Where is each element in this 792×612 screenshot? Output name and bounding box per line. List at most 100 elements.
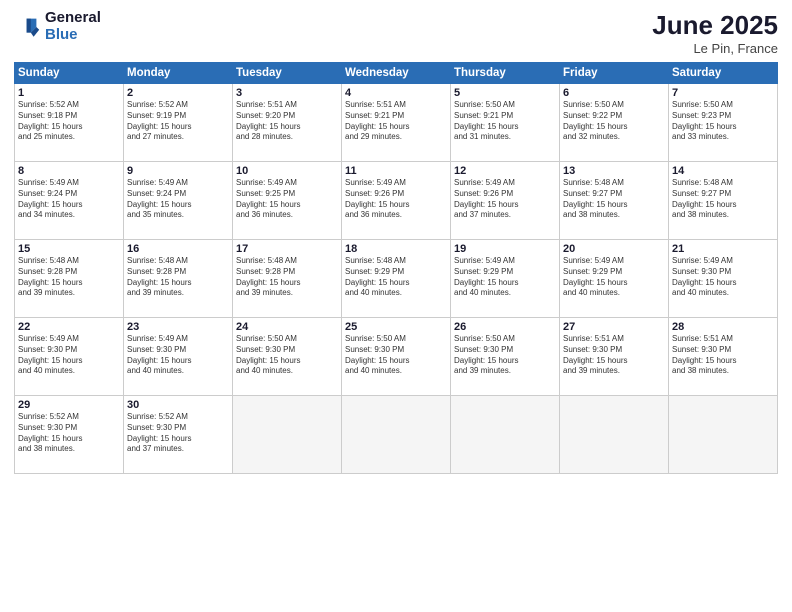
day-info: Sunrise: 5:49 AM Sunset: 9:26 PM Dayligh… xyxy=(345,178,447,221)
header: General Blue June 2025 Le Pin, France xyxy=(14,10,778,56)
day-number: 18 xyxy=(345,243,447,255)
table-row: 16Sunrise: 5:48 AM Sunset: 9:28 PM Dayli… xyxy=(124,240,233,318)
day-info: Sunrise: 5:48 AM Sunset: 9:28 PM Dayligh… xyxy=(127,256,229,299)
col-saturday: Saturday xyxy=(669,63,778,84)
day-info: Sunrise: 5:49 AM Sunset: 9:25 PM Dayligh… xyxy=(236,178,338,221)
day-number: 14 xyxy=(672,165,774,177)
table-row: 23Sunrise: 5:49 AM Sunset: 9:30 PM Dayli… xyxy=(124,318,233,396)
day-info: Sunrise: 5:52 AM Sunset: 9:30 PM Dayligh… xyxy=(127,412,229,455)
table-row: 20Sunrise: 5:49 AM Sunset: 9:29 PM Dayli… xyxy=(560,240,669,318)
day-info: Sunrise: 5:48 AM Sunset: 9:27 PM Dayligh… xyxy=(672,178,774,221)
table-row: 25Sunrise: 5:50 AM Sunset: 9:30 PM Dayli… xyxy=(342,318,451,396)
day-number: 21 xyxy=(672,243,774,255)
col-friday: Friday xyxy=(560,63,669,84)
table-row: 13Sunrise: 5:48 AM Sunset: 9:27 PM Dayli… xyxy=(560,162,669,240)
table-row: 8Sunrise: 5:49 AM Sunset: 9:24 PM Daylig… xyxy=(15,162,124,240)
day-number: 23 xyxy=(127,321,229,333)
table-row xyxy=(451,396,560,474)
title-block: June 2025 Le Pin, France xyxy=(652,10,778,56)
table-row: 3Sunrise: 5:51 AM Sunset: 9:20 PM Daylig… xyxy=(233,84,342,162)
day-info: Sunrise: 5:50 AM Sunset: 9:30 PM Dayligh… xyxy=(454,334,556,377)
day-number: 5 xyxy=(454,87,556,99)
day-number: 1 xyxy=(18,87,120,99)
table-row: 21Sunrise: 5:49 AM Sunset: 9:30 PM Dayli… xyxy=(669,240,778,318)
day-info: Sunrise: 5:50 AM Sunset: 9:23 PM Dayligh… xyxy=(672,100,774,143)
day-number: 19 xyxy=(454,243,556,255)
logo-general: General xyxy=(45,10,101,27)
day-info: Sunrise: 5:48 AM Sunset: 9:28 PM Dayligh… xyxy=(236,256,338,299)
day-info: Sunrise: 5:51 AM Sunset: 9:30 PM Dayligh… xyxy=(672,334,774,377)
day-info: Sunrise: 5:50 AM Sunset: 9:30 PM Dayligh… xyxy=(345,334,447,377)
day-info: Sunrise: 5:48 AM Sunset: 9:29 PM Dayligh… xyxy=(345,256,447,299)
day-number: 12 xyxy=(454,165,556,177)
table-row: 9Sunrise: 5:49 AM Sunset: 9:24 PM Daylig… xyxy=(124,162,233,240)
day-number: 27 xyxy=(563,321,665,333)
day-number: 2 xyxy=(127,87,229,99)
day-number: 4 xyxy=(345,87,447,99)
day-number: 16 xyxy=(127,243,229,255)
table-row: 27Sunrise: 5:51 AM Sunset: 9:30 PM Dayli… xyxy=(560,318,669,396)
header-row: Sunday Monday Tuesday Wednesday Thursday… xyxy=(15,63,778,84)
col-wednesday: Wednesday xyxy=(342,63,451,84)
day-info: Sunrise: 5:49 AM Sunset: 9:30 PM Dayligh… xyxy=(18,334,120,377)
table-row xyxy=(560,396,669,474)
day-info: Sunrise: 5:51 AM Sunset: 9:30 PM Dayligh… xyxy=(563,334,665,377)
day-info: Sunrise: 5:51 AM Sunset: 9:21 PM Dayligh… xyxy=(345,100,447,143)
day-info: Sunrise: 5:49 AM Sunset: 9:24 PM Dayligh… xyxy=(127,178,229,221)
table-row xyxy=(342,396,451,474)
day-info: Sunrise: 5:52 AM Sunset: 9:19 PM Dayligh… xyxy=(127,100,229,143)
calendar-row: 22Sunrise: 5:49 AM Sunset: 9:30 PM Dayli… xyxy=(15,318,778,396)
table-row: 1Sunrise: 5:52 AM Sunset: 9:18 PM Daylig… xyxy=(15,84,124,162)
calendar-row: 15 Sunrise: 5:48 AM Sunset: 9:28 PM Dayli… xyxy=(15,240,778,318)
table-row: 29Sunrise: 5:52 AM Sunset: 9:30 PM Dayli… xyxy=(15,396,124,474)
table-row: 26Sunrise: 5:50 AM Sunset: 9:30 PM Dayli… xyxy=(451,318,560,396)
day-info: Sunrise: 5:52 AM Sunset: 9:30 PM Dayligh… xyxy=(18,412,120,455)
day-info: Sunrise: 5:51 AM Sunset: 9:20 PM Dayligh… xyxy=(236,100,338,143)
day-info: Sunrise: 5:49 AM Sunset: 9:29 PM Dayligh… xyxy=(454,256,556,299)
logo-text: General Blue xyxy=(45,10,101,43)
day-number: 3 xyxy=(236,87,338,99)
col-tuesday: Tuesday xyxy=(233,63,342,84)
day-number: 8 xyxy=(18,165,120,177)
table-row: 6Sunrise: 5:50 AM Sunset: 9:22 PM Daylig… xyxy=(560,84,669,162)
day-info: Sunrise: 5:50 AM Sunset: 9:22 PM Dayligh… xyxy=(563,100,665,143)
day-number: 29 xyxy=(18,399,120,411)
day-number: 9 xyxy=(127,165,229,177)
table-row: 28Sunrise: 5:51 AM Sunset: 9:30 PM Dayli… xyxy=(669,318,778,396)
day-number: 26 xyxy=(454,321,556,333)
table-row: 4Sunrise: 5:51 AM Sunset: 9:21 PM Daylig… xyxy=(342,84,451,162)
day-number: 10 xyxy=(236,165,338,177)
calendar-row: 1Sunrise: 5:52 AM Sunset: 9:18 PM Daylig… xyxy=(15,84,778,162)
calendar-title: June 2025 xyxy=(652,10,778,41)
day-number: 15 xyxy=(18,243,120,255)
day-number: 11 xyxy=(345,165,447,177)
day-number: 17 xyxy=(236,243,338,255)
logo-icon xyxy=(14,13,42,41)
day-info: Sunrise: 5:52 AM Sunset: 9:18 PM Dayligh… xyxy=(18,100,120,143)
day-info: Sunrise: 5:50 AM Sunset: 9:30 PM Dayligh… xyxy=(236,334,338,377)
day-info: Sunrise: 5:48 AM Sunset: 9:27 PM Dayligh… xyxy=(563,178,665,221)
table-row: 18Sunrise: 5:48 AM Sunset: 9:29 PM Dayli… xyxy=(342,240,451,318)
logo-blue: Blue xyxy=(45,27,101,44)
day-number: 30 xyxy=(127,399,229,411)
day-number: 20 xyxy=(563,243,665,255)
table-row: 22Sunrise: 5:49 AM Sunset: 9:30 PM Dayli… xyxy=(15,318,124,396)
table-row xyxy=(233,396,342,474)
day-info: Sunrise: 5:50 AM Sunset: 9:21 PM Dayligh… xyxy=(454,100,556,143)
page: General Blue June 2025 Le Pin, France Su… xyxy=(0,0,792,612)
table-row: 14Sunrise: 5:48 AM Sunset: 9:27 PM Dayli… xyxy=(669,162,778,240)
calendar-subtitle: Le Pin, France xyxy=(652,41,778,56)
table-row: 19Sunrise: 5:49 AM Sunset: 9:29 PM Dayli… xyxy=(451,240,560,318)
col-sunday: Sunday xyxy=(15,63,124,84)
table-row: 12Sunrise: 5:49 AM Sunset: 9:26 PM Dayli… xyxy=(451,162,560,240)
table-row: 5Sunrise: 5:50 AM Sunset: 9:21 PM Daylig… xyxy=(451,84,560,162)
col-monday: Monday xyxy=(124,63,233,84)
day-info: Sunrise: 5:49 AM Sunset: 9:26 PM Dayligh… xyxy=(454,178,556,221)
col-thursday: Thursday xyxy=(451,63,560,84)
calendar-table: Sunday Monday Tuesday Wednesday Thursday… xyxy=(14,62,778,474)
table-row: 7Sunrise: 5:50 AM Sunset: 9:23 PM Daylig… xyxy=(669,84,778,162)
table-row: 10Sunrise: 5:49 AM Sunset: 9:25 PM Dayli… xyxy=(233,162,342,240)
day-number: 24 xyxy=(236,321,338,333)
calendar-row: 29Sunrise: 5:52 AM Sunset: 9:30 PM Dayli… xyxy=(15,396,778,474)
day-number: 7 xyxy=(672,87,774,99)
